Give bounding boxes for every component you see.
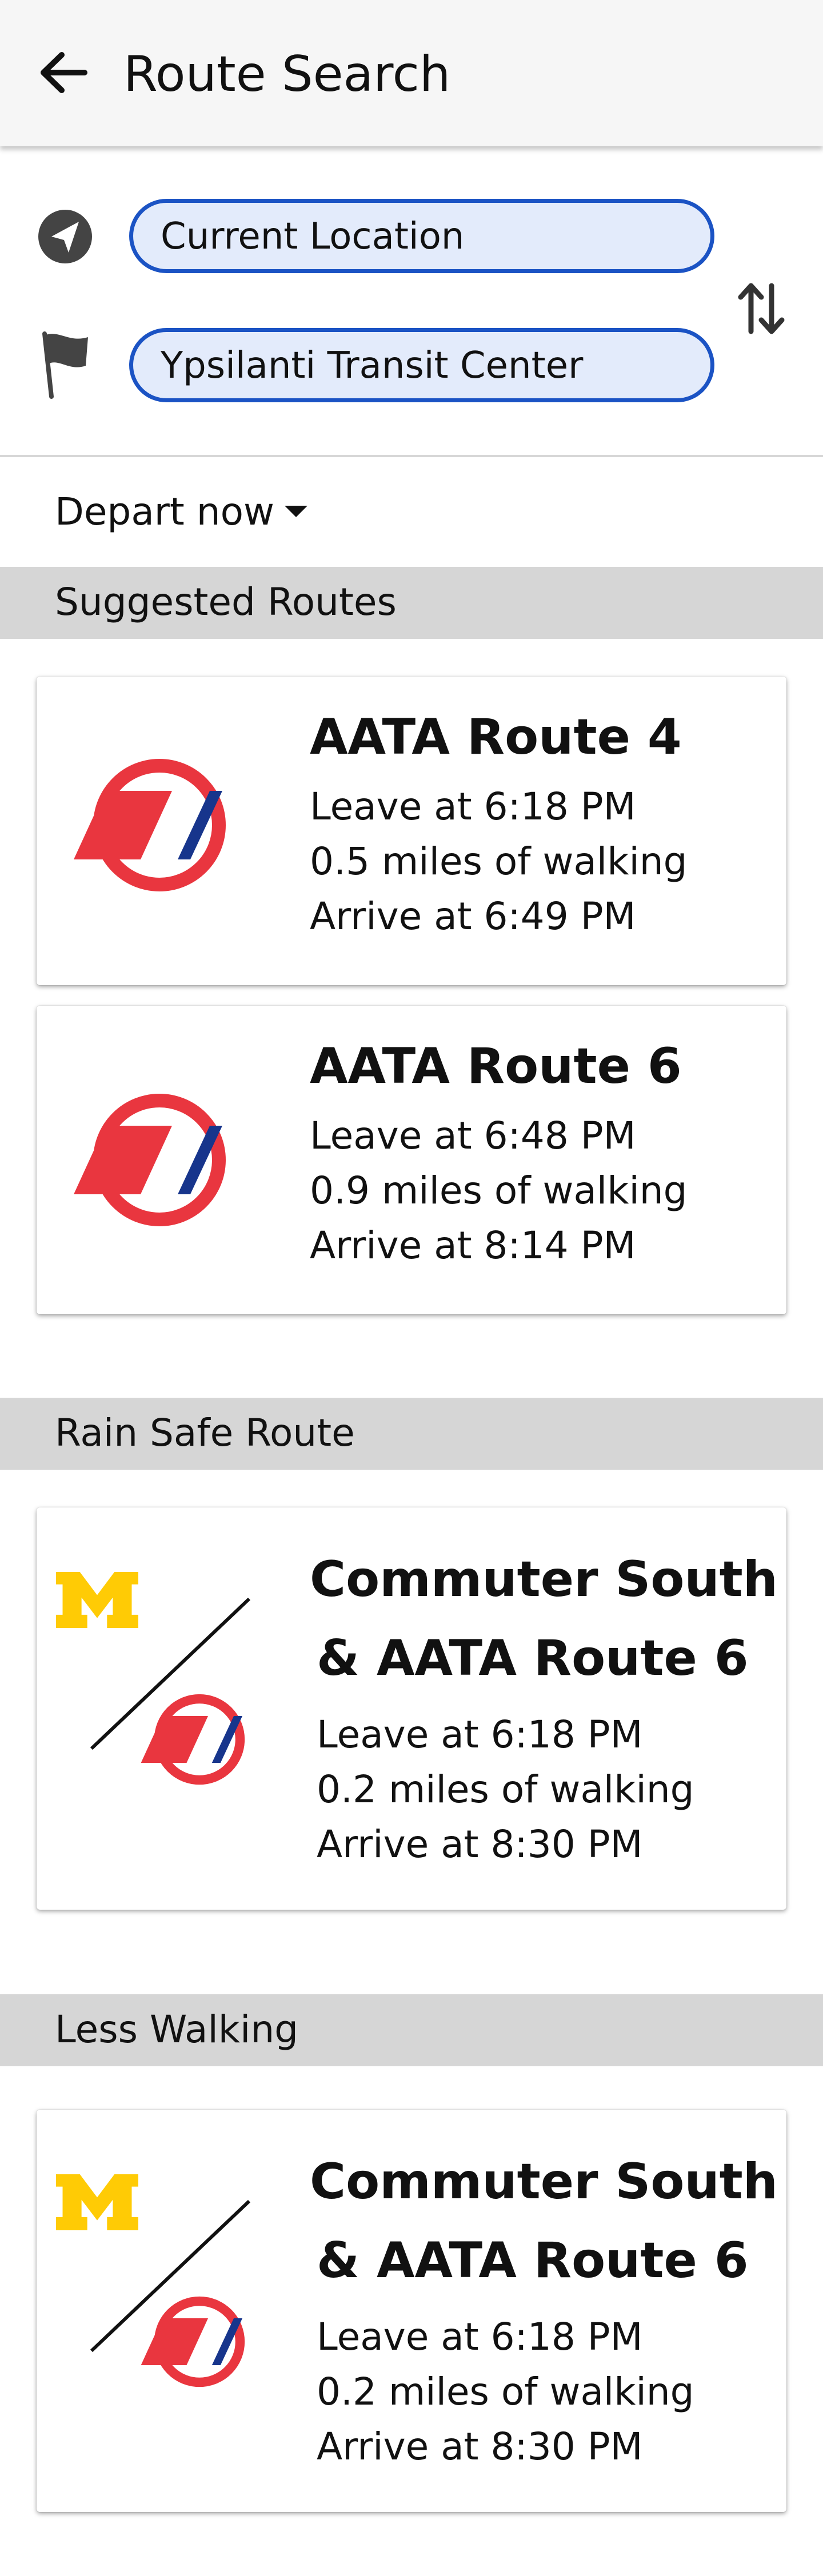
aata-logo-icon <box>134 2275 265 2408</box>
route-card[interactable]: AATA Route 4 Leave at 6:18 PM 0.5 miles … <box>37 677 786 985</box>
leave-time: Leave at 6:18 PM <box>310 785 636 829</box>
section-title: Less Walking <box>55 2007 299 2051</box>
origin-input-value: Current Location <box>161 215 465 258</box>
swap-direction-icon[interactable] <box>733 274 790 343</box>
walking-distance: 0.9 miles of walking <box>310 1169 688 1213</box>
section-header-suggested: Suggested Routes <box>0 567 823 639</box>
route-card[interactable]: AATA Route 6 Leave at 6:48 PM 0.9 miles … <box>37 1006 786 1314</box>
walking-distance: 0.5 miles of walking <box>310 839 688 883</box>
leave-time: Leave at 6:48 PM <box>310 1114 636 1158</box>
divider <box>0 455 823 457</box>
caret-down-icon <box>284 506 307 517</box>
arrive-time: Arrive at 8:30 PM <box>317 2425 643 2469</box>
navigation-arrow-icon <box>37 208 94 265</box>
app-bar: Route Search <box>0 0 823 146</box>
route-title: AATA Route 4 <box>310 709 682 766</box>
arrive-time: Arrive at 8:14 PM <box>310 1223 636 1267</box>
route-title-line2: & AATA Route 6 <box>317 1630 749 1687</box>
route-card[interactable]: Commuter South & AATA Route 6 Leave at 6… <box>37 2110 786 2512</box>
destination-input[interactable]: Ypsilanti Transit Center <box>129 328 714 402</box>
back-arrow-icon[interactable] <box>32 41 95 104</box>
aata-logo-icon <box>65 1063 254 1257</box>
section-title: Suggested Routes <box>55 580 397 624</box>
aata-logo-icon <box>65 728 254 922</box>
section-header-less-walking: Less Walking <box>0 1994 823 2066</box>
walking-distance: 0.2 miles of walking <box>317 1767 694 1811</box>
origin-input[interactable]: Current Location <box>129 199 714 273</box>
depart-time-dropdown[interactable]: Depart now <box>55 486 307 537</box>
route-title-line1: Commuter South <box>310 1551 778 1608</box>
flag-icon <box>37 330 94 399</box>
section-title: Rain Safe Route <box>55 1411 355 1455</box>
route-card[interactable]: Commuter South & AATA Route 6 Leave at 6… <box>37 1507 786 1910</box>
arrive-time: Arrive at 6:49 PM <box>310 894 636 938</box>
destination-input-value: Ypsilanti Transit Center <box>161 345 584 387</box>
page-title: Route Search <box>123 46 451 103</box>
route-title: AATA Route 6 <box>310 1038 682 1095</box>
leave-time: Leave at 6:18 PM <box>317 1713 643 1757</box>
depart-time-label: Depart now <box>55 489 274 534</box>
route-title-line1: Commuter South <box>310 2153 778 2210</box>
leave-time: Leave at 6:18 PM <box>317 2315 643 2359</box>
section-header-rain-safe: Rain Safe Route <box>0 1398 823 1470</box>
walking-distance: 0.2 miles of walking <box>317 2370 694 2414</box>
aata-logo-icon <box>134 1673 265 1806</box>
route-title-line2: & AATA Route 6 <box>317 2232 749 2289</box>
arrive-time: Arrive at 8:30 PM <box>317 1822 643 1866</box>
